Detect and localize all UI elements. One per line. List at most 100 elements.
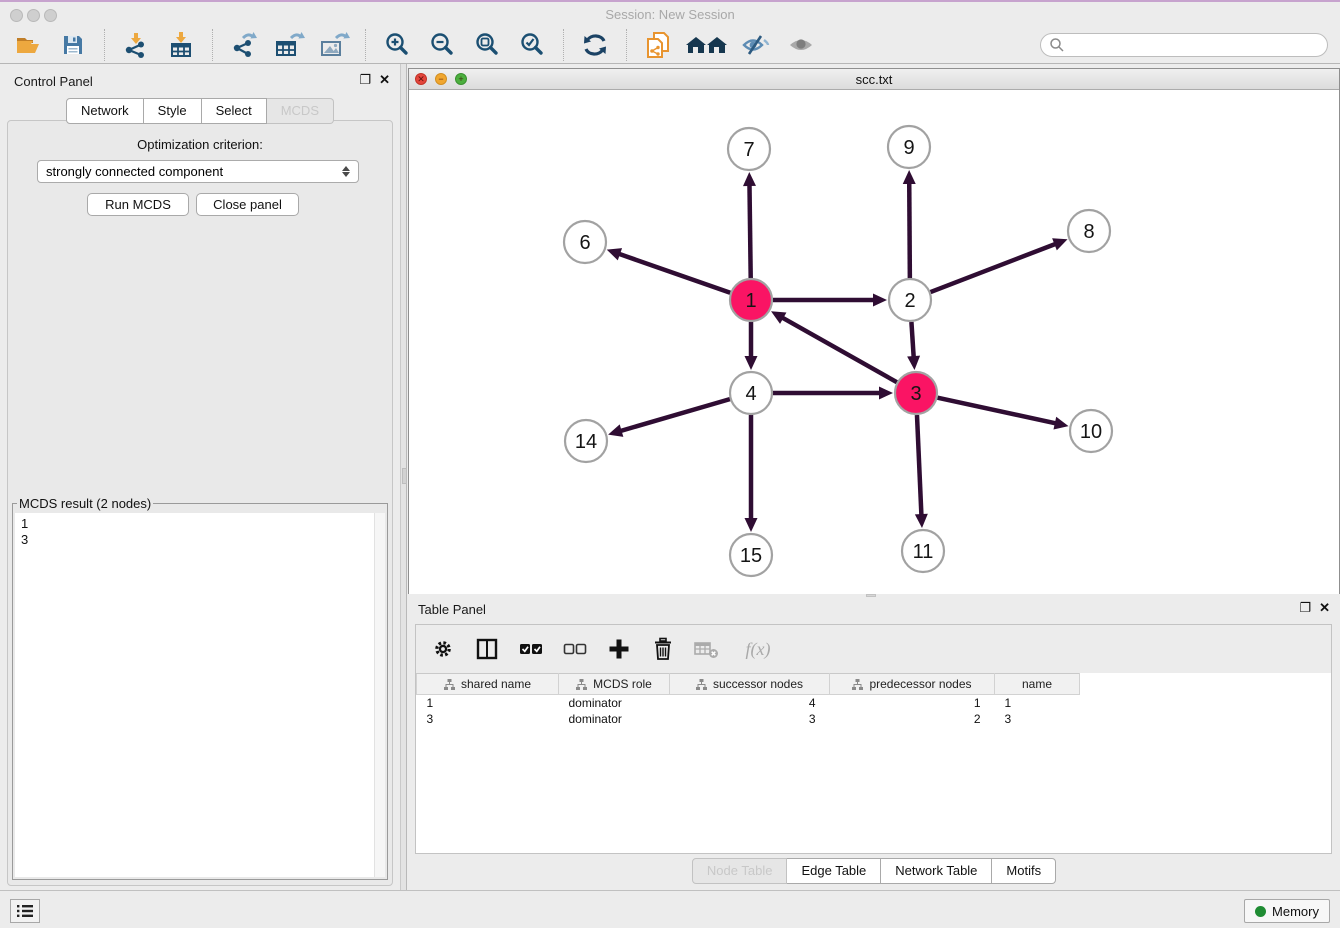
table-cell[interactable]: dominator	[559, 695, 670, 711]
graph-node-label: 9	[903, 137, 914, 159]
deselect-all-button[interactable]	[560, 634, 590, 664]
tab-style[interactable]: Style	[144, 98, 202, 124]
save-session-button[interactable]	[55, 30, 91, 60]
graph-edge[interactable]	[773, 387, 893, 400]
tab-network[interactable]: Network	[66, 98, 144, 124]
tab-select[interactable]: Select	[202, 98, 267, 124]
zoom-selected-button[interactable]	[514, 30, 550, 60]
task-history-button[interactable]	[10, 899, 40, 923]
zoom-fit-button[interactable]	[469, 30, 505, 60]
export-table-button[interactable]	[271, 30, 307, 60]
graph-node[interactable]: 9	[888, 126, 930, 168]
table-cell[interactable]: 1	[830, 695, 995, 711]
graph-edge[interactable]	[608, 399, 730, 437]
network-overview-button[interactable]	[640, 30, 676, 60]
graph-edge[interactable]	[937, 398, 1068, 430]
vertical-splitter[interactable]	[400, 64, 407, 890]
table-row[interactable]: 1dominator411	[417, 695, 1080, 711]
column-header-predecessor-nodes[interactable]: predecessor nodes	[830, 674, 995, 695]
graph-edge[interactable]	[903, 170, 916, 278]
graph-edge[interactable]	[915, 415, 928, 528]
select-all-button[interactable]	[516, 634, 546, 664]
column-header-name[interactable]: name	[995, 674, 1080, 695]
close-panel-button[interactable]: Close panel	[196, 193, 299, 216]
table-cell[interactable]: 3	[417, 711, 559, 727]
close-panel-icon[interactable]: ✕	[379, 72, 390, 88]
plus-icon	[607, 637, 631, 661]
tab-edge-table[interactable]: Edge Table	[787, 858, 881, 884]
add-row-button[interactable]	[604, 634, 634, 664]
home-view-button[interactable]	[685, 30, 729, 60]
graph-node[interactable]: 15	[730, 534, 772, 576]
column-header-successor-nodes[interactable]: successor nodes	[670, 674, 830, 695]
table-cell[interactable]: 1	[417, 695, 559, 711]
show-details-button[interactable]	[783, 30, 819, 60]
graph-edge[interactable]	[771, 311, 897, 382]
zoom-in-button[interactable]	[379, 30, 415, 60]
float-panel-icon[interactable]: ❐	[359, 72, 371, 88]
mcds-result-legend: MCDS result (2 nodes)	[17, 496, 153, 511]
split-panel-button[interactable]	[472, 634, 502, 664]
mcds-result-textarea[interactable]: 1 3	[15, 513, 385, 877]
graph-node[interactable]: 7	[728, 128, 770, 170]
column-header-label: successor nodes	[713, 677, 803, 691]
import-table-button[interactable]	[163, 30, 199, 60]
criterion-select[interactable]: strongly connected component	[37, 160, 359, 183]
run-mcds-button[interactable]: Run MCDS	[87, 193, 189, 216]
graph-node[interactable]: 8	[1068, 210, 1110, 252]
column-header-MCDS-role[interactable]: MCDS role	[559, 674, 670, 695]
graph-node[interactable]: 6	[564, 221, 606, 263]
table-settings-button[interactable]	[428, 634, 458, 664]
tab-network-table[interactable]: Network Table	[881, 858, 992, 884]
column-header-shared-name[interactable]: shared name	[417, 674, 559, 695]
graph-edge[interactable]	[931, 238, 1068, 292]
delete-table-button[interactable]	[692, 634, 722, 664]
graph-edge[interactable]	[773, 294, 887, 307]
splitter-grip[interactable]	[402, 468, 407, 484]
graph-edge[interactable]	[745, 322, 758, 370]
graph-edge[interactable]	[907, 322, 920, 370]
result-scrollbar[interactable]	[374, 513, 385, 877]
apply-layout-button[interactable]	[577, 30, 613, 60]
import-network-button[interactable]	[118, 30, 154, 60]
table-cell[interactable]: 3	[670, 711, 830, 727]
table-cell[interactable]: dominator	[559, 711, 670, 727]
export-network-button[interactable]	[226, 30, 262, 60]
memory-button[interactable]: Memory	[1244, 899, 1330, 923]
delete-row-button[interactable]	[648, 634, 678, 664]
network-window-titlebar[interactable]: ✕ − + scc.txt	[409, 69, 1339, 90]
control-panel: Control Panel ❐ ✕ Network Style Select M…	[0, 64, 400, 890]
graph-node[interactable]: 3	[895, 372, 937, 414]
graph-edge[interactable]	[607, 248, 731, 293]
graph-node[interactable]: 2	[889, 279, 931, 321]
network-graph[interactable]: 1 2 3 4 6 7 8 9 10 11 14 15	[409, 91, 1339, 594]
table-row[interactable]: 3dominator323	[417, 711, 1080, 727]
tab-node-table[interactable]: Node Table	[692, 858, 788, 884]
zoom-out-button[interactable]	[424, 30, 460, 60]
hide-details-button[interactable]	[738, 30, 774, 60]
table-cell[interactable]: 4	[670, 695, 830, 711]
export-image-button[interactable]	[316, 30, 352, 60]
graph-node[interactable]: 10	[1070, 410, 1112, 452]
float-panel-icon[interactable]: ❐	[1299, 600, 1311, 616]
network-canvas[interactable]: 1 2 3 4 6 7 8 9 10 11 14 15	[409, 91, 1339, 594]
graph-edge[interactable]	[745, 415, 758, 532]
function-icon: f(x)	[746, 639, 771, 660]
table-cell[interactable]: 2	[830, 711, 995, 727]
apply-function-button[interactable]: f(x)	[736, 634, 780, 664]
node-table: shared nameMCDS role successor nodes prede…	[416, 673, 1331, 853]
search-input[interactable]	[1065, 35, 1327, 55]
graph-node[interactable]: 11	[902, 530, 944, 572]
graph-node[interactable]: 1	[730, 279, 772, 321]
open-session-button[interactable]	[10, 30, 46, 60]
table-cell[interactable]: 3	[995, 711, 1080, 727]
graph-edge[interactable]	[743, 172, 756, 278]
graph-node[interactable]: 14	[565, 420, 607, 462]
search-box[interactable]	[1040, 33, 1328, 57]
table-cell[interactable]: 1	[995, 695, 1080, 711]
tab-mcds[interactable]: MCDS	[267, 98, 334, 124]
close-panel-icon[interactable]: ✕	[1319, 600, 1330, 616]
tab-motifs[interactable]: Motifs	[992, 858, 1056, 884]
graph-node[interactable]: 4	[730, 372, 772, 414]
criterion-value: strongly connected component	[46, 164, 342, 179]
